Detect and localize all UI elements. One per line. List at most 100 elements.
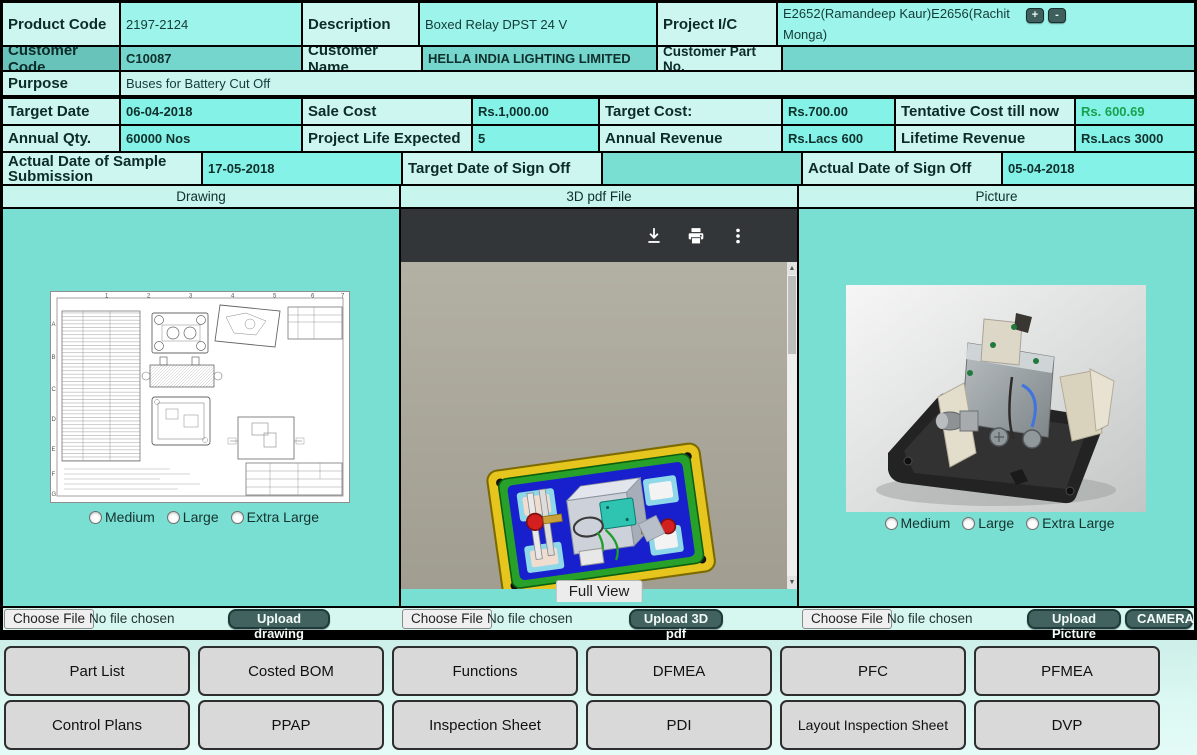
row-costs: Target Date 06-04-2018 Sale Cost Rs.1,00… bbox=[3, 99, 1194, 124]
media-panels: 123 4567 ABC DEFG bbox=[3, 209, 1194, 606]
pdf-scrollbar[interactable]: ▲ ▼ bbox=[787, 262, 797, 589]
upload-drawing-button[interactable]: Upload drawing bbox=[228, 609, 330, 629]
costed-bom-button[interactable]: Costed BOM bbox=[198, 646, 384, 696]
row-customer: Customer Code C10087 Customer Name HELLA… bbox=[3, 47, 1194, 70]
drawing-size-medium-label: Medium bbox=[105, 509, 155, 525]
product-code-label: Product Code bbox=[3, 3, 119, 45]
part-list-button[interactable]: Part List bbox=[4, 646, 190, 696]
inspection-sheet-button[interactable]: Inspection Sheet bbox=[392, 700, 578, 750]
picture-size-options: Medium Large Extra Large bbox=[799, 515, 1194, 531]
choose-drawing-file-button[interactable]: Choose File bbox=[4, 609, 94, 629]
scroll-up-arrow-icon[interactable]: ▲ bbox=[787, 262, 797, 275]
control-plans-button[interactable]: Control Plans bbox=[4, 700, 190, 750]
scrollbar-thumb[interactable] bbox=[788, 276, 796, 354]
annual-qty-label: Annual Qty. bbox=[3, 126, 119, 151]
kebab-menu-icon[interactable] bbox=[729, 227, 747, 245]
ppap-button[interactable]: PPAP bbox=[198, 700, 384, 750]
pdf-canvas bbox=[401, 262, 787, 589]
project-life-value: 5 bbox=[473, 126, 598, 151]
dvp-button[interactable]: DVP bbox=[974, 700, 1160, 750]
product-code-value: 2197-2124 bbox=[121, 3, 301, 45]
picture-size-medium-label: Medium bbox=[901, 515, 951, 531]
download-icon[interactable] bbox=[645, 227, 663, 245]
project-ic-controls: + - bbox=[1026, 8, 1066, 23]
tentative-cost-value: Rs. 600.69 bbox=[1076, 99, 1194, 124]
project-ic-cell: E2652(Ramandeep Kaur)E2656(Rachit Monga)… bbox=[778, 3, 1194, 45]
choose-pdf-file-button[interactable]: Choose File bbox=[402, 609, 492, 629]
target-date-label: Target Date bbox=[3, 99, 119, 124]
customer-part-no-value bbox=[783, 47, 1194, 70]
print-icon[interactable] bbox=[687, 227, 705, 245]
pdf-toolbar bbox=[401, 209, 797, 262]
drawing-size-medium-radio[interactable] bbox=[89, 511, 102, 524]
pdf3d-panel: ▲ ▼ Full View bbox=[401, 209, 797, 606]
drawing-size-xlarge-label: Extra Large bbox=[247, 509, 319, 525]
row-product: Product Code 2197-2124 Description Boxed… bbox=[3, 3, 1194, 45]
scroll-down-arrow-icon[interactable]: ▼ bbox=[787, 576, 797, 589]
pfc-button[interactable]: PFC bbox=[780, 646, 966, 696]
customer-code-value: C10087 bbox=[121, 47, 301, 70]
description-label: Description bbox=[303, 3, 418, 45]
picture-size-medium-radio[interactable] bbox=[885, 517, 898, 530]
drawing-size-xlarge-radio[interactable] bbox=[231, 511, 244, 524]
customer-name-label: Customer Name bbox=[303, 47, 421, 70]
upload-controls-row: Choose File No file chosen Upload drawin… bbox=[3, 608, 1194, 630]
tentative-cost-label: Tentative Cost till now bbox=[896, 99, 1074, 124]
svg-text:C: C bbox=[52, 387, 57, 393]
picture-size-large-radio[interactable] bbox=[962, 517, 975, 530]
target-sign-off-value bbox=[603, 153, 801, 184]
product-detail-screen: Product Code 2197-2124 Description Boxed… bbox=[0, 0, 1197, 755]
target-date-value: 06-04-2018 bbox=[121, 99, 301, 124]
choose-picture-file-button[interactable]: Choose File bbox=[802, 609, 892, 629]
actual-sign-off-value: 05-04-2018 bbox=[1003, 153, 1194, 184]
drawing-image: 123 4567 ABC DEFG bbox=[50, 291, 350, 503]
drawing-size-large-label: Large bbox=[183, 509, 219, 525]
upload-picture-button[interactable]: Upload Picture bbox=[1027, 609, 1121, 629]
annual-revenue-value: Rs.Lacs 600 bbox=[783, 126, 894, 151]
description-value: Boxed Relay DPST 24 V bbox=[420, 3, 656, 45]
drawing-size-large-radio[interactable] bbox=[167, 511, 180, 524]
sample-submission-value: 17-05-2018 bbox=[203, 153, 401, 184]
camera-button[interactable]: CAMERA bbox=[1125, 609, 1193, 629]
row-signoff: Actual Date of Sample Submission 17-05-2… bbox=[3, 153, 1194, 184]
drawing-header: Drawing bbox=[3, 186, 399, 207]
add-project-ic-button[interactable]: + bbox=[1026, 8, 1044, 23]
actual-sign-off-label: Actual Date of Sign Off bbox=[803, 153, 1001, 184]
row-revenue: Annual Qty. 60000 Nos Project Life Expec… bbox=[3, 126, 1194, 151]
picture-size-xlarge-radio[interactable] bbox=[1026, 517, 1039, 530]
dfmea-button[interactable]: DFMEA bbox=[586, 646, 772, 696]
svg-text:E: E bbox=[52, 447, 56, 453]
customer-part-no-label: Customer Part No. bbox=[658, 47, 781, 70]
pfmea-button[interactable]: PFMEA bbox=[974, 646, 1160, 696]
purpose-value: Buses for Battery Cut Off bbox=[121, 72, 1194, 95]
svg-text:G: G bbox=[52, 492, 57, 498]
pdf-no-file-text: No file chosen bbox=[487, 610, 573, 628]
upload-3d-pdf-button[interactable]: Upload 3D pdf bbox=[629, 609, 723, 629]
svg-text:F: F bbox=[52, 472, 56, 478]
product-info-table: Product Code 2197-2124 Description Boxed… bbox=[0, 0, 1197, 632]
remove-project-ic-button[interactable]: - bbox=[1048, 8, 1066, 23]
layout-inspection-sheet-button[interactable]: Layout Inspection Sheet bbox=[780, 700, 966, 750]
full-view-button[interactable]: Full View bbox=[556, 580, 643, 602]
svg-text:A: A bbox=[52, 322, 56, 328]
customer-name-value: HELLA INDIA LIGHTING LIMITED bbox=[423, 47, 656, 70]
panel-header-row: Drawing 3D pdf File Picture bbox=[3, 186, 1194, 207]
action-row-2: Control Plans PPAP Inspection Sheet PDI … bbox=[4, 700, 1197, 750]
drawing-no-file-text: No file chosen bbox=[89, 610, 175, 628]
pdi-button[interactable]: PDI bbox=[586, 700, 772, 750]
svg-text:B: B bbox=[52, 355, 56, 361]
action-row-1: Part List Costed BOM Functions DFMEA PFC… bbox=[4, 646, 1197, 696]
section-divider bbox=[0, 632, 1197, 640]
svg-text:D: D bbox=[52, 417, 57, 423]
lifetime-revenue-value: Rs.Lacs 3000 bbox=[1076, 126, 1194, 151]
picture-size-xlarge-label: Extra Large bbox=[1042, 515, 1114, 531]
target-cost-value: Rs.700.00 bbox=[783, 99, 894, 124]
lifetime-revenue-label: Lifetime Revenue bbox=[896, 126, 1074, 151]
picture-no-file-text: No file chosen bbox=[887, 610, 973, 628]
sample-submission-label: Actual Date of Sample Submission bbox=[3, 153, 201, 184]
action-button-area: Part List Costed BOM Functions DFMEA PFC… bbox=[0, 640, 1197, 755]
project-ic-label: Project I/C bbox=[658, 3, 776, 45]
functions-button[interactable]: Functions bbox=[392, 646, 578, 696]
pdf3d-header: 3D pdf File bbox=[401, 186, 797, 207]
picture-panel: Medium Large Extra Large bbox=[799, 209, 1194, 606]
